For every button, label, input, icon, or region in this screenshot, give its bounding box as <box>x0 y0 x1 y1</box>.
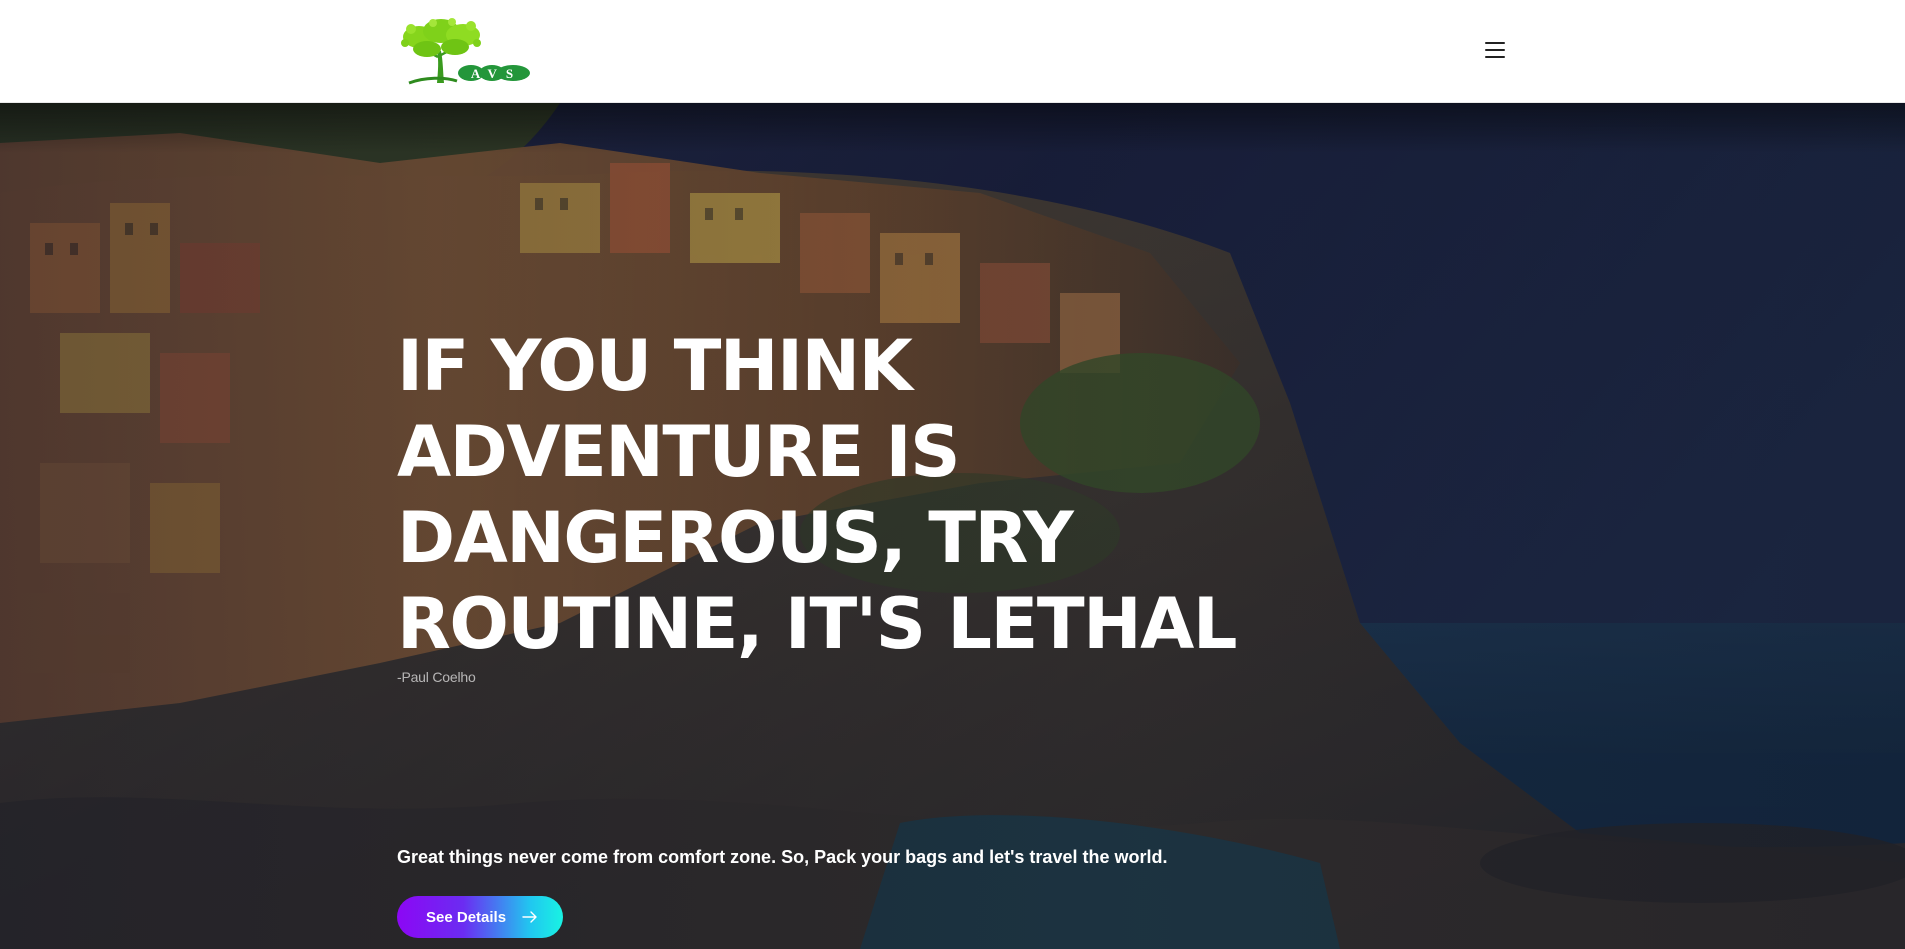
logo-text: AVS <box>470 66 523 81</box>
arrow-right-icon <box>522 911 538 923</box>
menu-toggle-button[interactable] <box>1482 38 1508 62</box>
site-header: AVS <box>0 0 1905 103</box>
hero-content: IF YOU THINK ADVENTURE IS DANGEROUS, TRY… <box>397 323 1397 938</box>
hero-title: IF YOU THINK ADVENTURE IS DANGEROUS, TRY… <box>397 325 1237 665</box>
see-details-label: See Details <box>426 908 507 926</box>
hamburger-menu-icon <box>1485 42 1505 44</box>
hero-subtitle: Great things never come from comfort zon… <box>397 847 1168 867</box>
see-details-button[interactable]: See Details <box>397 896 563 938</box>
avs-logo[interactable]: AVS <box>397 17 535 85</box>
hero-section: IF YOU THINK ADVENTURE IS DANGEROUS, TRY… <box>0 103 1905 949</box>
hero-quote-author: -Paul Coelho <box>397 669 476 685</box>
